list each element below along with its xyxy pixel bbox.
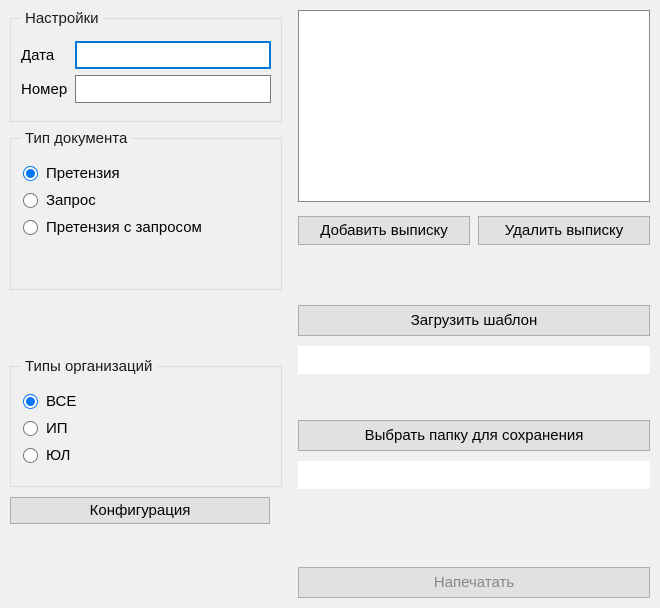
delete-statement-button[interactable]: Удалить выписку xyxy=(478,216,650,245)
number-input[interactable] xyxy=(75,75,271,103)
doc-type-group: Тип документа Претензия Запрос Претензия… xyxy=(10,130,282,290)
radio-claim-request[interactable]: Претензия с запросом xyxy=(21,219,271,236)
folder-path-display xyxy=(298,461,650,489)
load-template-button[interactable]: Загрузить шаблон xyxy=(298,305,650,336)
radio-org-ip[interactable]: ИП xyxy=(21,420,271,437)
radio-org-ul[interactable]: ЮЛ xyxy=(21,447,271,464)
doc-type-legend: Тип документа xyxy=(21,130,131,147)
print-button[interactable]: Напечатать xyxy=(298,567,650,598)
radio-request-input[interactable] xyxy=(23,193,38,208)
config-button[interactable]: Конфигурация xyxy=(10,497,270,524)
radio-claim[interactable]: Претензия xyxy=(21,165,271,182)
settings-group: Настройки Дата Номер xyxy=(10,10,282,122)
radio-request[interactable]: Запрос xyxy=(21,192,271,209)
settings-legend: Настройки xyxy=(21,10,103,27)
radio-claim-request-label: Претензия с запросом xyxy=(46,219,202,236)
statements-listbox[interactable] xyxy=(298,10,650,202)
radio-org-all-input[interactable] xyxy=(23,394,38,409)
number-label: Номер xyxy=(21,81,75,98)
org-type-legend: Типы организаций xyxy=(21,358,156,375)
org-type-group: Типы организаций ВСЕ ИП ЮЛ xyxy=(10,358,282,487)
radio-org-ul-input[interactable] xyxy=(23,448,38,463)
template-path-display xyxy=(298,346,650,374)
radio-request-label: Запрос xyxy=(46,192,96,209)
choose-folder-button[interactable]: Выбрать папку для сохранения xyxy=(298,420,650,451)
date-input[interactable] xyxy=(75,41,271,69)
radio-org-all[interactable]: ВСЕ xyxy=(21,393,271,410)
date-label: Дата xyxy=(21,47,75,64)
radio-org-ul-label: ЮЛ xyxy=(46,447,70,464)
add-statement-button[interactable]: Добавить выписку xyxy=(298,216,470,245)
radio-claim-input[interactable] xyxy=(23,166,38,181)
radio-claim-label: Претензия xyxy=(46,165,120,182)
radio-claim-request-input[interactable] xyxy=(23,220,38,235)
radio-org-ip-label: ИП xyxy=(46,420,68,437)
radio-org-ip-input[interactable] xyxy=(23,421,38,436)
radio-org-all-label: ВСЕ xyxy=(46,393,76,410)
